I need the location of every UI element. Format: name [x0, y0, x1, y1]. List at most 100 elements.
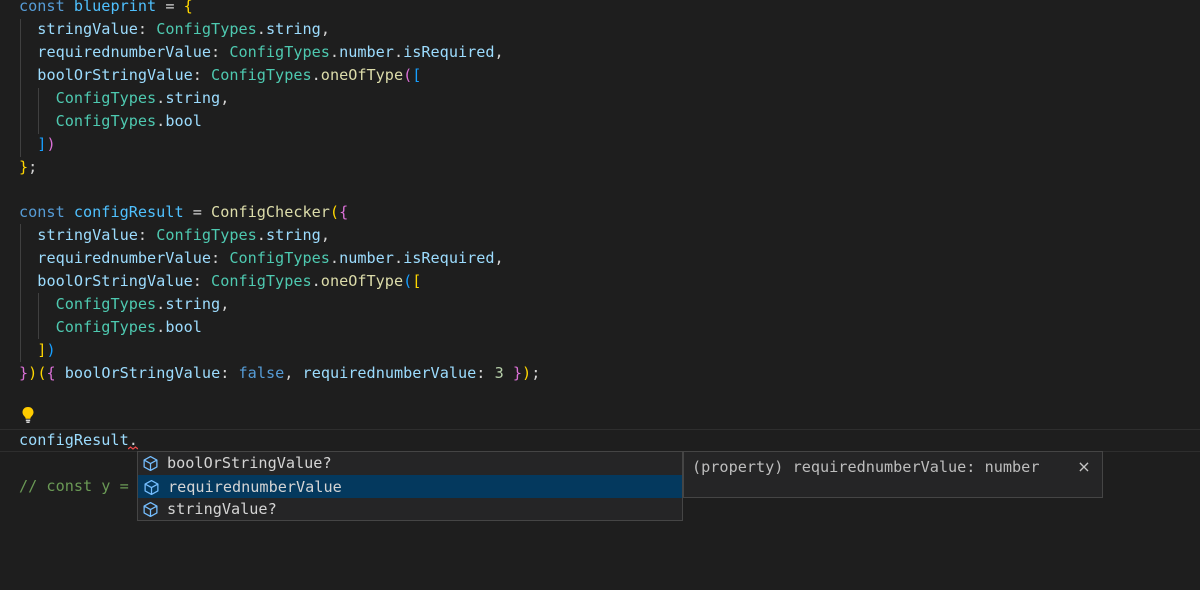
paren: ) — [46, 341, 56, 359]
code-line-12[interactable]: requirednumberValue: ConfigTypes.number.… — [19, 247, 503, 270]
punctuation: , — [320, 20, 330, 38]
punctuation: . — [256, 20, 266, 38]
brace: { — [46, 364, 56, 382]
type-name: ConfigTypes — [55, 295, 157, 313]
punctuation: , — [220, 89, 230, 107]
punctuation: : — [192, 272, 212, 290]
type-name: ConfigTypes — [55, 112, 157, 130]
punctuation: . — [256, 226, 266, 244]
code-line-5[interactable]: ConfigTypes.string, — [19, 87, 230, 110]
suggest-item-label: requirednumberValue — [168, 478, 342, 496]
punctuation: ; — [28, 158, 38, 176]
suggest-item-label: stringValue? — [167, 500, 277, 518]
punctuation: ; — [531, 364, 541, 382]
brace: { — [339, 203, 349, 221]
error-squiggle — [128, 446, 138, 450]
variable-name: blueprint — [73, 0, 157, 15]
punctuation: : — [137, 20, 157, 38]
code-editor[interactable]: const blueprint = { stringValue: ConfigT… — [0, 0, 1200, 521]
property: requirednumberValue — [37, 43, 212, 61]
property-icon — [144, 479, 159, 496]
type-name: ConfigTypes — [156, 20, 257, 38]
member: string — [265, 20, 321, 38]
function-name: oneOfType — [320, 272, 404, 290]
code-line-1[interactable]: const blueprint = { — [19, 0, 193, 18]
operator: = — [183, 203, 212, 221]
code-line-8[interactable]: }; — [19, 156, 37, 179]
type-name: ConfigTypes — [229, 249, 330, 267]
code-line-17[interactable]: })({ boolOrStringValue: false, requiredn… — [19, 362, 540, 385]
punctuation: : — [211, 249, 230, 267]
member: number — [339, 43, 394, 61]
punctuation: , — [494, 43, 504, 61]
code-line-11[interactable]: stringValue: ConfigTypes.string, — [19, 224, 330, 247]
type-name: ConfigTypes — [229, 43, 330, 61]
keyword: const — [19, 203, 65, 221]
bracket: [ — [412, 66, 422, 84]
suggest-item[interactable]: boolOrStringValue? — [138, 452, 682, 475]
suggest-item[interactable]: stringValue? — [138, 498, 682, 521]
punctuation: . — [311, 66, 321, 84]
punctuation: , — [284, 364, 303, 382]
variable-name: configResult — [19, 431, 129, 449]
suggest-widget[interactable]: boolOrStringValue? requirednumberValue s… — [137, 451, 683, 521]
function-name: ConfigChecker — [211, 203, 330, 221]
code-line-16[interactable]: ]) — [19, 339, 56, 362]
type-name: ConfigTypes — [156, 226, 257, 244]
member: string — [165, 295, 221, 313]
member: string — [165, 89, 221, 107]
punctuation: . — [329, 43, 340, 61]
code-line-10[interactable]: const configResult = ConfigChecker({ — [19, 201, 348, 224]
current-line-highlight — [0, 429, 1200, 452]
property: stringValue — [37, 226, 138, 244]
suggest-details-signature: (property) requirednumberValue: number — [692, 458, 1040, 476]
code-line-13[interactable]: boolOrStringValue: ConfigTypes.oneOfType… — [19, 270, 421, 293]
code-line-6[interactable]: ConfigTypes.bool — [19, 110, 202, 133]
suggest-item-selected[interactable]: requirednumberValue — [138, 475, 682, 498]
variable-name: configResult — [73, 203, 184, 221]
punctuation: . — [156, 89, 166, 107]
property-icon — [143, 455, 158, 472]
code-line-19[interactable]: configResult. — [19, 429, 138, 452]
type-name: ConfigTypes — [55, 318, 157, 336]
paren: ) — [28, 364, 38, 382]
code-line-7[interactable]: ]) — [19, 133, 55, 156]
function-name: oneOfType — [320, 66, 404, 84]
brace: { — [183, 0, 193, 15]
member: number — [339, 249, 394, 267]
paren: ) — [522, 364, 532, 382]
member: isRequired — [403, 249, 495, 267]
punctuation: , — [220, 295, 230, 313]
property: boolOrStringValue — [37, 272, 193, 290]
type-name: ConfigTypes — [211, 272, 312, 290]
punctuation: . — [311, 272, 321, 290]
punctuation: : — [476, 364, 495, 382]
punctuation: : — [211, 43, 230, 61]
property: boolOrStringValue — [64, 364, 221, 382]
code-line-15[interactable]: ConfigTypes.bool — [19, 316, 202, 339]
close-icon[interactable]: × — [1074, 457, 1094, 477]
punctuation: , — [320, 226, 330, 244]
lightbulb-icon[interactable] — [21, 406, 35, 424]
punctuation: . — [329, 249, 340, 267]
operator: = — [156, 0, 184, 15]
punctuation: : — [137, 226, 157, 244]
code-line-14[interactable]: ConfigTypes.string, — [19, 293, 230, 316]
code-line-20[interactable]: // const y = — [19, 475, 138, 498]
brace: } — [19, 158, 29, 176]
paren: ( — [403, 66, 413, 84]
suggest-details-panel: (property) requirednumberValue: number × — [683, 451, 1103, 498]
property-icon — [143, 501, 158, 518]
suggest-item-label: boolOrStringValue? — [167, 454, 332, 472]
brace: } — [19, 364, 29, 382]
property: boolOrStringValue — [37, 66, 193, 84]
number-literal: 3 — [494, 364, 504, 382]
comment: // const y = — [19, 477, 138, 495]
punctuation: . — [156, 112, 166, 130]
code-line-3[interactable]: requirednumberValue: ConfigTypes.number.… — [19, 41, 504, 64]
property: requirednumberValue — [37, 249, 212, 267]
code-line-2[interactable]: stringValue: ConfigTypes.string, — [19, 18, 330, 41]
code-line-4[interactable]: boolOrStringValue: ConfigTypes.oneOfType… — [19, 64, 421, 87]
punctuation: : — [220, 364, 239, 382]
punctuation: . — [156, 295, 166, 313]
